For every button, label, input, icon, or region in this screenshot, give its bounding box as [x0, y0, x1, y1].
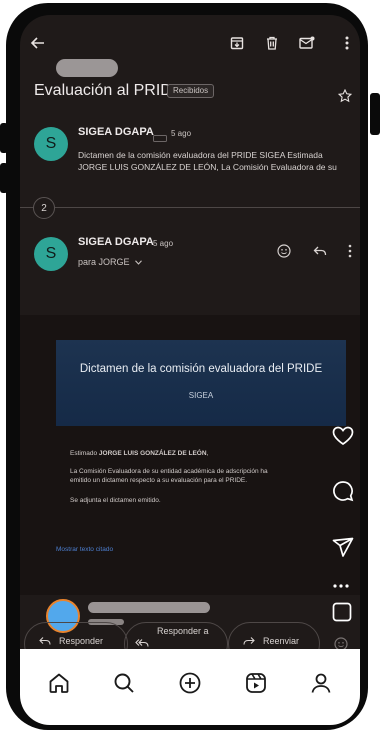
- collapsed-messages-count[interactable]: 2: [33, 197, 55, 219]
- archive-icon[interactable]: [227, 33, 247, 53]
- username-placeholder: [88, 602, 210, 613]
- status-pill: [56, 59, 118, 77]
- email-toolbar: [20, 15, 360, 65]
- paragraph-line: emitido un dictamen respecto a su evalua…: [70, 477, 248, 484]
- phone-frame: Evaluación al PRIDE Recibidos S SIGEA DG…: [6, 3, 368, 730]
- thread-subject: Evaluación al PRIDE: [34, 82, 183, 99]
- message-more-icon[interactable]: [348, 244, 352, 263]
- heart-icon[interactable]: [332, 426, 354, 451]
- banner-title: Dictamen de la comisión evaluadora del P…: [79, 363, 323, 375]
- paragraph-line: La Comisión Evaluadora de su entidad aca…: [70, 468, 268, 475]
- create-icon[interactable]: [175, 668, 205, 698]
- show-quoted-text-link[interactable]: Mostrar texto citado: [56, 546, 113, 553]
- search-icon[interactable]: [109, 668, 139, 698]
- message-snippet: Dictamen de la comisión evaluadora del P…: [78, 149, 358, 173]
- chevron-down-icon: [135, 257, 142, 267]
- snippet-line: JORGE LUIS GONZÁLEZ DE LEÓN, La Comisión…: [78, 162, 337, 172]
- forward-label: Reenviar: [263, 636, 300, 646]
- divider: [20, 207, 33, 208]
- reply-icon: [39, 636, 51, 648]
- reply-icon[interactable]: [313, 244, 327, 263]
- avatar: S: [34, 237, 68, 271]
- share-icon[interactable]: [332, 537, 354, 563]
- reply-all-label: Responder a: [157, 626, 209, 636]
- recipient-text: para JORGE: [78, 257, 130, 267]
- profile-icon[interactable]: [306, 668, 336, 698]
- home-icon[interactable]: [44, 668, 74, 698]
- forward-icon: [243, 636, 255, 648]
- trash-icon[interactable]: [262, 33, 282, 53]
- email-banner: Dictamen de la comisión evaluadora del P…: [56, 340, 346, 426]
- reply-label: Responder: [59, 636, 104, 646]
- greeting-name: JORGE LUIS GONZÁLEZ DE LEÓN: [98, 450, 207, 457]
- label-importance-icon: [153, 129, 167, 147]
- reels-icon[interactable]: [241, 668, 271, 698]
- email-paragraph: La Comisión Evaluadora de su entidad aca…: [70, 467, 268, 485]
- divider: [55, 207, 360, 208]
- more-vert-icon[interactable]: [337, 33, 357, 53]
- mark-unread-icon[interactable]: [297, 33, 317, 53]
- greeting-prefix: Estimado: [70, 450, 99, 457]
- phone-screen: Evaluación al PRIDE Recibidos S SIGEA DG…: [20, 15, 360, 725]
- message-time: 5 ago: [171, 129, 192, 138]
- audio-thumbnail-icon[interactable]: [332, 602, 352, 627]
- email-body: Dictamen de la comisión evaluadora del P…: [20, 315, 360, 595]
- recipient-line[interactable]: para JORGE: [78, 257, 142, 267]
- greeting-suffix: ,: [206, 450, 209, 457]
- more-horiz-icon[interactable]: [332, 575, 350, 593]
- snippet-line: Dictamen de la comisión evaluadora del P…: [78, 150, 323, 160]
- arrow-left-icon[interactable]: [28, 33, 48, 53]
- attached-note: Se adjunta el dictamen emitido.: [70, 497, 161, 504]
- sender-name: SIGEA DGAPA: [78, 126, 154, 138]
- power-button: [370, 93, 380, 135]
- greeting: Estimado JORGE LUIS GONZÁLEZ DE LEÓN,: [70, 449, 208, 458]
- emoji-reaction-icon[interactable]: [277, 244, 291, 263]
- star-icon[interactable]: [337, 88, 353, 108]
- message-time: 5 ago: [153, 239, 174, 248]
- comment-icon[interactable]: [332, 480, 354, 507]
- sender-name: SIGEA DGAPA: [78, 236, 154, 248]
- avatar: S: [34, 127, 68, 161]
- banner-subtitle: SIGEA: [188, 391, 214, 400]
- bottom-navigation: [20, 649, 360, 725]
- label-chip[interactable]: Recibidos: [167, 84, 215, 98]
